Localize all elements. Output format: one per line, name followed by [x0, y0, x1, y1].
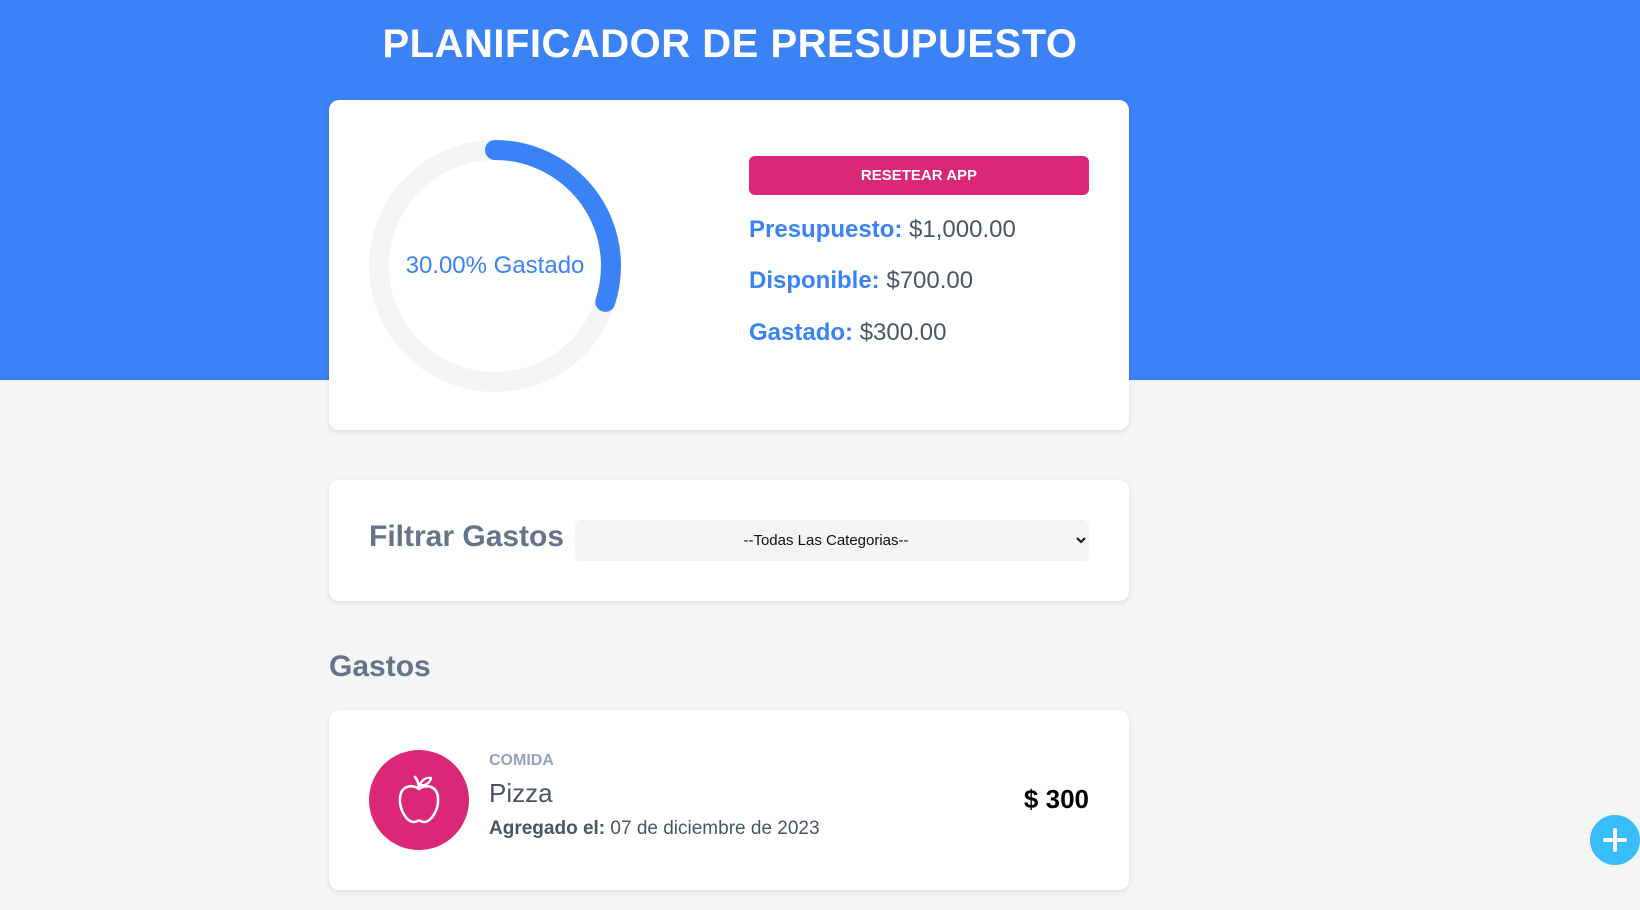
- expense-amount: $ 300: [1023, 784, 1089, 814]
- expenses-title: Gastos: [329, 650, 431, 683]
- expense-name: Pizza: [489, 778, 553, 808]
- expense-date: Agregado el: 07 de diciembre de 2023: [489, 818, 820, 840]
- gauge-percentage: 30.00% Gastado: [405, 252, 585, 279]
- budget-card: 30.00% Gastado RESETEAR APP Presupuesto:…: [329, 100, 1129, 430]
- expense-date-value: 07 de diciembre de 2023: [610, 818, 820, 839]
- expense-item[interactable]: COMIDA Pizza Agregado el: 07 de diciembr…: [329, 710, 1129, 890]
- expense-date-label: Agregado el:: [489, 818, 606, 839]
- plus-icon: [1603, 828, 1627, 852]
- filter-label: Filtrar Gastos: [369, 520, 565, 553]
- filter-card: Filtrar Gastos --Todas Las Categorias--: [329, 480, 1129, 601]
- reset-app-button[interactable]: RESETEAR APP: [749, 156, 1089, 195]
- apple-icon: [398, 775, 440, 824]
- budget-spent-label: Gastado:: [749, 319, 854, 346]
- expense-category: COMIDA: [489, 752, 554, 769]
- budget-spent-value: $300.00: [859, 319, 947, 346]
- add-expense-button[interactable]: [1590, 815, 1640, 865]
- category-filter-select[interactable]: --Todas Las Categorias--: [575, 520, 1089, 561]
- budget-total: Presupuesto: $1,000.00: [749, 216, 1016, 244]
- budget-total-label: Presupuesto:: [749, 216, 903, 243]
- budget-spent: Gastado: $300.00: [749, 319, 946, 347]
- category-icon-circle: [369, 750, 469, 850]
- budget-total-value: $1,000.00: [909, 216, 1016, 243]
- budget-available-label: Disponible:: [749, 267, 880, 294]
- budget-available-value: $700.00: [886, 267, 974, 294]
- budget-available: Disponible: $700.00: [749, 267, 973, 295]
- app-title: PLANIFICADOR DE PRESUPUESTO: [382, 22, 1078, 66]
